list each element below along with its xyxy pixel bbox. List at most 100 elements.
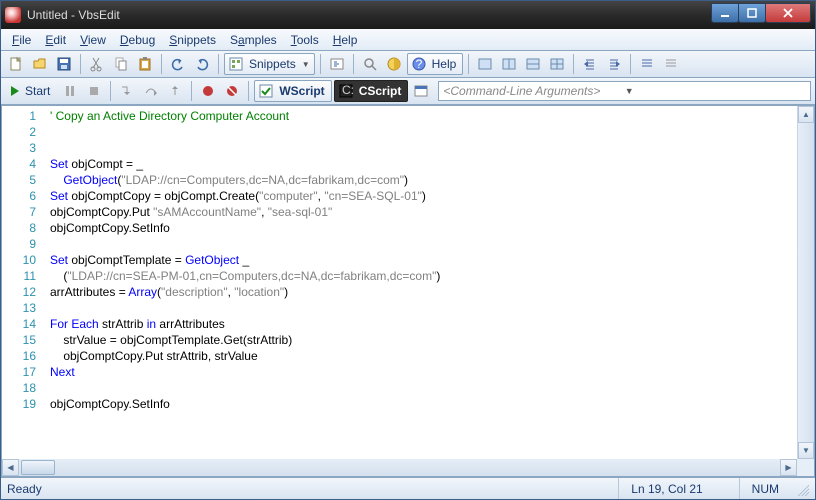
snippets-dropdown[interactable]: Snippets ▼ bbox=[224, 53, 315, 75]
line-number: 1 bbox=[2, 108, 36, 124]
undo-button[interactable] bbox=[167, 53, 189, 75]
pane-3-button[interactable] bbox=[522, 53, 544, 75]
scroll-down-button[interactable]: ▼ bbox=[798, 442, 814, 459]
line-number: 10 bbox=[2, 252, 36, 268]
wscript-button[interactable]: WScript bbox=[254, 80, 331, 102]
scroll-up-button[interactable]: ▲ bbox=[798, 106, 814, 123]
paste-button[interactable] bbox=[134, 53, 156, 75]
separator bbox=[630, 54, 631, 74]
pane-2-button[interactable] bbox=[498, 53, 520, 75]
menu-edit[interactable]: Edit bbox=[38, 31, 73, 49]
step-into-button[interactable] bbox=[116, 80, 138, 102]
step-over-button[interactable] bbox=[140, 80, 162, 102]
menu-samples[interactable]: Samples bbox=[223, 31, 284, 49]
code-line[interactable]: Set objComptCopy = objCompt.Create("comp… bbox=[50, 188, 797, 204]
code-line[interactable]: ' Copy an Active Directory Computer Acco… bbox=[50, 108, 797, 124]
object-browser-button[interactable] bbox=[383, 53, 405, 75]
cscript-button[interactable]: C: CScript bbox=[334, 80, 409, 102]
menu-debug[interactable]: Debug bbox=[113, 31, 162, 49]
code-line[interactable]: For Each strAttrib in arrAttributes bbox=[50, 316, 797, 332]
menu-tools[interactable]: Tools bbox=[284, 31, 326, 49]
new-file-button[interactable] bbox=[5, 53, 27, 75]
menu-view[interactable]: View bbox=[73, 31, 113, 49]
close-button[interactable] bbox=[765, 3, 811, 23]
cscript-icon: C: bbox=[339, 84, 353, 98]
step-out-button[interactable] bbox=[164, 80, 186, 102]
status-numlock: NUM bbox=[739, 478, 791, 499]
menu-file[interactable]: File bbox=[5, 31, 38, 49]
chevron-down-icon: ▼ bbox=[302, 60, 310, 69]
scroll-thumb[interactable] bbox=[21, 460, 55, 475]
line-number: 4 bbox=[2, 156, 36, 172]
hta-button[interactable] bbox=[410, 80, 432, 102]
maximize-button[interactable] bbox=[738, 3, 766, 23]
redo-button[interactable] bbox=[191, 53, 213, 75]
statusbar: Ready Ln 19, Col 21 NUM bbox=[1, 477, 815, 499]
code-area[interactable]: ' Copy an Active Directory Computer Acco… bbox=[42, 106, 797, 459]
code-line[interactable]: objComptCopy.Put "sAMAccountName", "sea-… bbox=[50, 204, 797, 220]
code-line[interactable]: GetObject("LDAP://cn=Computers,dc=NA,dc=… bbox=[50, 172, 797, 188]
code-line[interactable] bbox=[50, 124, 797, 140]
code-line[interactable]: ("LDAP://cn=SEA-PM-01,cn=Computers,dc=NA… bbox=[50, 268, 797, 284]
separator bbox=[248, 81, 249, 101]
indent-button[interactable] bbox=[603, 53, 625, 75]
code-line[interactable]: objComptCopy.Put strAttrib, strValue bbox=[50, 348, 797, 364]
separator bbox=[353, 54, 354, 74]
scroll-corner bbox=[797, 459, 814, 476]
save-button[interactable] bbox=[53, 53, 75, 75]
scroll-track[interactable] bbox=[798, 123, 814, 442]
separator bbox=[80, 54, 81, 74]
find-button[interactable] bbox=[359, 53, 381, 75]
code-line[interactable] bbox=[50, 380, 797, 396]
code-line[interactable]: Next bbox=[50, 364, 797, 380]
open-file-button[interactable] bbox=[29, 53, 51, 75]
vertical-scrollbar[interactable]: ▲ ▼ bbox=[797, 106, 814, 459]
scroll-right-button[interactable]: ▶ bbox=[780, 459, 797, 476]
pane-4-button[interactable] bbox=[546, 53, 568, 75]
breakpoint-clear-button[interactable] bbox=[221, 80, 243, 102]
cscript-label: CScript bbox=[357, 84, 404, 98]
code-line[interactable] bbox=[50, 140, 797, 156]
pane-1-button[interactable] bbox=[474, 53, 496, 75]
command-line-placeholder: <Command-Line Arguments> bbox=[443, 84, 624, 98]
titlebar[interactable]: Untitled - VbsEdit bbox=[1, 1, 815, 29]
code-line[interactable]: objComptCopy.SetInfo bbox=[50, 220, 797, 236]
minimize-button[interactable] bbox=[711, 3, 739, 23]
start-label: Start bbox=[23, 84, 52, 98]
copy-button[interactable] bbox=[110, 53, 132, 75]
scroll-left-button[interactable]: ◀ bbox=[2, 459, 19, 476]
stop-button[interactable] bbox=[83, 80, 105, 102]
line-number: 2 bbox=[2, 124, 36, 140]
menu-snippets[interactable]: Snippets bbox=[162, 31, 223, 49]
outdent-button[interactable] bbox=[579, 53, 601, 75]
status-ready: Ready bbox=[7, 482, 618, 496]
code-line[interactable]: Set objCompt = _ bbox=[50, 156, 797, 172]
compile-button[interactable] bbox=[326, 53, 348, 75]
code-line[interactable]: objComptCopy.SetInfo bbox=[50, 396, 797, 412]
breakpoint-toggle-button[interactable] bbox=[197, 80, 219, 102]
resize-grip-icon[interactable] bbox=[795, 482, 809, 496]
uncomment-button[interactable] bbox=[660, 53, 682, 75]
separator bbox=[218, 54, 219, 74]
code-line[interactable] bbox=[50, 300, 797, 316]
command-line-args-input[interactable]: <Command-Line Arguments> ▼ bbox=[438, 81, 811, 101]
cut-button[interactable] bbox=[86, 53, 108, 75]
code-line[interactable]: arrAttributes = Array("description", "lo… bbox=[50, 284, 797, 300]
run-button[interactable]: Start bbox=[5, 80, 57, 102]
menu-help[interactable]: Help bbox=[326, 31, 365, 49]
comment-button[interactable] bbox=[636, 53, 658, 75]
line-number: 16 bbox=[2, 348, 36, 364]
help-label: Help bbox=[430, 57, 459, 71]
help-button[interactable]: ? Help bbox=[407, 53, 464, 75]
code-line[interactable] bbox=[50, 236, 797, 252]
code-line[interactable]: strValue = objComptTemplate.Get(strAttri… bbox=[50, 332, 797, 348]
separator bbox=[468, 54, 469, 74]
pause-button[interactable] bbox=[59, 80, 81, 102]
wscript-label: WScript bbox=[277, 84, 326, 98]
toolbar-main: Snippets ▼ ? Help bbox=[1, 51, 815, 78]
menubar: File Edit View Debug Snippets Samples To… bbox=[1, 29, 815, 51]
separator bbox=[161, 54, 162, 74]
chevron-down-icon[interactable]: ▼ bbox=[625, 86, 806, 96]
code-line[interactable]: Set objComptTemplate = GetObject _ bbox=[50, 252, 797, 268]
horizontal-scrollbar[interactable]: ◀ ▶ bbox=[2, 459, 797, 476]
